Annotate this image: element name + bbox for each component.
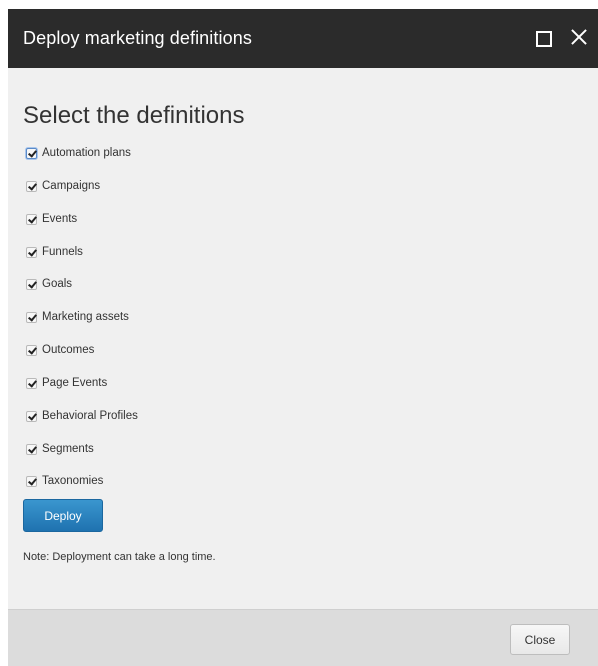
checkbox[interactable] bbox=[26, 213, 37, 225]
checkbox-label: Events bbox=[42, 213, 78, 225]
dialog-footer: Close bbox=[8, 609, 598, 666]
definition-behavioral-profiles[interactable]: Behavioral Profiles bbox=[26, 408, 138, 424]
definition-campaigns[interactable]: Campaigns bbox=[26, 178, 100, 194]
checkbox[interactable] bbox=[26, 278, 37, 290]
checkbox-label: Automation plans bbox=[42, 147, 131, 159]
definition-goals[interactable]: Goals bbox=[26, 276, 72, 292]
definition-taxonomies[interactable]: Taxonomies bbox=[26, 473, 103, 489]
checkbox-label: Outcomes bbox=[42, 344, 95, 356]
definition-marketing-assets[interactable]: Marketing assets bbox=[26, 309, 129, 325]
maximize-icon[interactable] bbox=[536, 31, 552, 47]
dialog-title: Deploy marketing definitions bbox=[23, 28, 252, 48]
checkbox-label: Taxonomies bbox=[42, 475, 104, 487]
definition-funnels[interactable]: Funnels bbox=[26, 244, 83, 260]
dialog-titlebar: Deploy marketing definitions bbox=[8, 9, 598, 68]
definition-outcomes[interactable]: Outcomes bbox=[26, 342, 94, 358]
close-icon[interactable] bbox=[567, 25, 591, 49]
checkbox[interactable] bbox=[26, 410, 37, 422]
close-button[interactable]: Close bbox=[510, 624, 570, 655]
definition-segments[interactable]: Segments bbox=[26, 441, 94, 457]
definition-events[interactable]: Events bbox=[26, 211, 77, 227]
checkbox[interactable] bbox=[26, 147, 37, 159]
definition-page-events[interactable]: Page Events bbox=[26, 375, 107, 391]
checkbox[interactable] bbox=[26, 377, 37, 389]
checkbox[interactable] bbox=[26, 475, 37, 487]
checkbox[interactable] bbox=[26, 443, 37, 455]
checkbox-label: Goals bbox=[42, 278, 73, 290]
checkbox-label: Behavioral Profiles bbox=[42, 410, 138, 422]
deploy-dialog: Deploy marketing definitions Select the … bbox=[8, 9, 598, 666]
checkbox-label: Page Events bbox=[42, 377, 108, 389]
checkbox[interactable] bbox=[26, 311, 37, 323]
deployment-note: Note: Deployment can take a long time. bbox=[23, 551, 216, 563]
definition-automation-plans[interactable]: Automation plans bbox=[26, 145, 131, 161]
checkbox[interactable] bbox=[26, 344, 37, 356]
checkbox-label: Campaigns bbox=[42, 180, 101, 192]
checkbox[interactable] bbox=[26, 246, 37, 258]
checkbox-label: Marketing assets bbox=[42, 311, 129, 323]
checkbox-label: Segments bbox=[42, 443, 94, 455]
checkbox[interactable] bbox=[26, 180, 37, 192]
deploy-button[interactable]: Deploy bbox=[23, 499, 103, 532]
page-title: Select the definitions bbox=[23, 102, 245, 129]
checkbox-label: Funnels bbox=[42, 246, 83, 258]
